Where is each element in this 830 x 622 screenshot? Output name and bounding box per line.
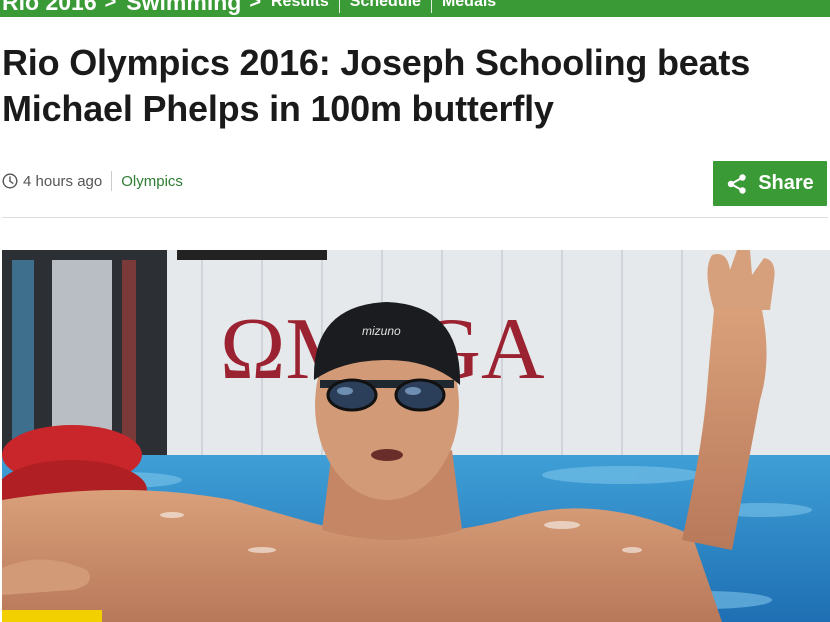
nav-link-results[interactable]: Results: [269, 0, 339, 11]
meta-divider: [111, 171, 113, 191]
share-button[interactable]: Share: [713, 161, 827, 206]
article-photo: ΩMEGA mizuno: [2, 250, 830, 622]
breadcrumb-separator: >: [104, 0, 117, 13]
article-meta: 4 hours ago Olympics: [2, 170, 183, 192]
article-headline: Rio Olympics 2016: Joseph Schooling beat…: [2, 42, 751, 129]
meta-separator-rule: [2, 217, 828, 218]
breadcrumb-rio-2016[interactable]: Rio 2016: [0, 0, 97, 16]
swimmer-photo-illustration: ΩMEGA mizuno: [2, 250, 830, 622]
clock-icon: [2, 173, 18, 189]
breadcrumb-swimming[interactable]: Swimming: [124, 0, 241, 16]
share-label: Share: [758, 172, 814, 194]
top-navigation-content: Rio 2016 > Swimming > Results Schedule M…: [0, 0, 506, 16]
article-timestamp: 4 hours ago: [23, 172, 103, 190]
top-navigation-bar: Rio 2016 > Swimming > Results Schedule M…: [0, 0, 830, 17]
nav-link-medals[interactable]: Medals: [432, 0, 506, 11]
section-link-olympics[interactable]: Olympics: [121, 173, 183, 190]
nav-link-schedule[interactable]: Schedule: [340, 0, 431, 11]
breadcrumb-separator: >: [249, 0, 261, 13]
cap-logo-text: mizuno: [362, 324, 401, 338]
share-icon: [726, 173, 748, 195]
